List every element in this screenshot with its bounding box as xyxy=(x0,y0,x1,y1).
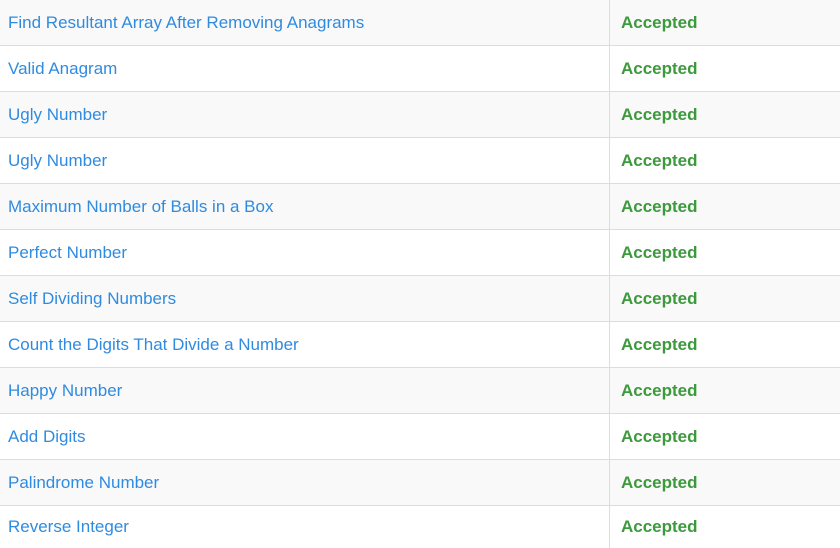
status-accepted[interactable]: Accepted xyxy=(621,517,698,537)
problem-title-cell: Find Resultant Array After Removing Anag… xyxy=(0,0,610,45)
table-row: Perfect Number Accepted xyxy=(0,230,840,276)
problem-title-cell: Ugly Number xyxy=(0,138,610,183)
problem-title-link[interactable]: Reverse Integer xyxy=(8,517,129,537)
problem-title-cell: Add Digits xyxy=(0,414,610,459)
status-accepted[interactable]: Accepted xyxy=(621,59,698,79)
problem-title-cell: Self Dividing Numbers xyxy=(0,276,610,321)
problem-title-link[interactable]: Self Dividing Numbers xyxy=(8,289,176,309)
status-accepted[interactable]: Accepted xyxy=(621,381,698,401)
problem-title-cell: Maximum Number of Balls in a Box xyxy=(0,184,610,229)
table-row: Add Digits Accepted xyxy=(0,414,840,460)
problem-title-link[interactable]: Ugly Number xyxy=(8,105,107,125)
status-accepted[interactable]: Accepted xyxy=(621,13,698,33)
status-cell: Accepted xyxy=(610,184,840,229)
problem-title-cell: Valid Anagram xyxy=(0,46,610,91)
table-row: Count the Digits That Divide a Number Ac… xyxy=(0,322,840,368)
status-accepted[interactable]: Accepted xyxy=(621,197,698,217)
status-cell: Accepted xyxy=(610,276,840,321)
status-cell: Accepted xyxy=(610,460,840,505)
table-row: Happy Number Accepted xyxy=(0,368,840,414)
status-accepted[interactable]: Accepted xyxy=(621,473,698,493)
table-row: Self Dividing Numbers Accepted xyxy=(0,276,840,322)
status-cell: Accepted xyxy=(610,92,840,137)
problem-title-link[interactable]: Add Digits xyxy=(8,427,85,447)
status-cell: Accepted xyxy=(610,414,840,459)
problem-title-link[interactable]: Perfect Number xyxy=(8,243,127,263)
problem-title-cell: Count the Digits That Divide a Number xyxy=(0,322,610,367)
problem-title-link[interactable]: Happy Number xyxy=(8,381,122,401)
table-row: Ugly Number Accepted xyxy=(0,138,840,184)
status-cell: Accepted xyxy=(610,138,840,183)
status-accepted[interactable]: Accepted xyxy=(621,335,698,355)
table-row: Ugly Number Accepted xyxy=(0,92,840,138)
table-row: Valid Anagram Accepted xyxy=(0,46,840,92)
problem-title-cell: Perfect Number xyxy=(0,230,610,275)
status-cell: Accepted xyxy=(610,368,840,413)
table-row: Maximum Number of Balls in a Box Accepte… xyxy=(0,184,840,230)
status-accepted[interactable]: Accepted xyxy=(621,427,698,447)
status-cell: Accepted xyxy=(610,230,840,275)
problem-title-cell: Ugly Number xyxy=(0,92,610,137)
status-cell: Accepted xyxy=(610,46,840,91)
problem-title-link[interactable]: Palindrome Number xyxy=(8,473,159,493)
status-cell: Accepted xyxy=(610,0,840,45)
status-accepted[interactable]: Accepted xyxy=(621,289,698,309)
status-cell: Accepted xyxy=(610,506,840,548)
problem-title-link[interactable]: Count the Digits That Divide a Number xyxy=(8,335,299,355)
problem-title-link[interactable]: Valid Anagram xyxy=(8,59,117,79)
status-cell: Accepted xyxy=(610,322,840,367)
status-accepted[interactable]: Accepted xyxy=(621,243,698,263)
problem-title-cell: Palindrome Number xyxy=(0,460,610,505)
table-row: Palindrome Number Accepted xyxy=(0,460,840,506)
status-accepted[interactable]: Accepted xyxy=(621,105,698,125)
table-row: Reverse Integer Accepted xyxy=(0,506,840,548)
problem-title-cell: Happy Number xyxy=(0,368,610,413)
problem-title-link[interactable]: Maximum Number of Balls in a Box xyxy=(8,197,273,217)
status-accepted[interactable]: Accepted xyxy=(621,151,698,171)
problem-title-link[interactable]: Find Resultant Array After Removing Anag… xyxy=(8,13,364,33)
problem-title-cell: Reverse Integer xyxy=(0,506,610,548)
table-row: Find Resultant Array After Removing Anag… xyxy=(0,0,840,46)
problem-title-link[interactable]: Ugly Number xyxy=(8,151,107,171)
submissions-table: Find Resultant Array After Removing Anag… xyxy=(0,0,840,548)
